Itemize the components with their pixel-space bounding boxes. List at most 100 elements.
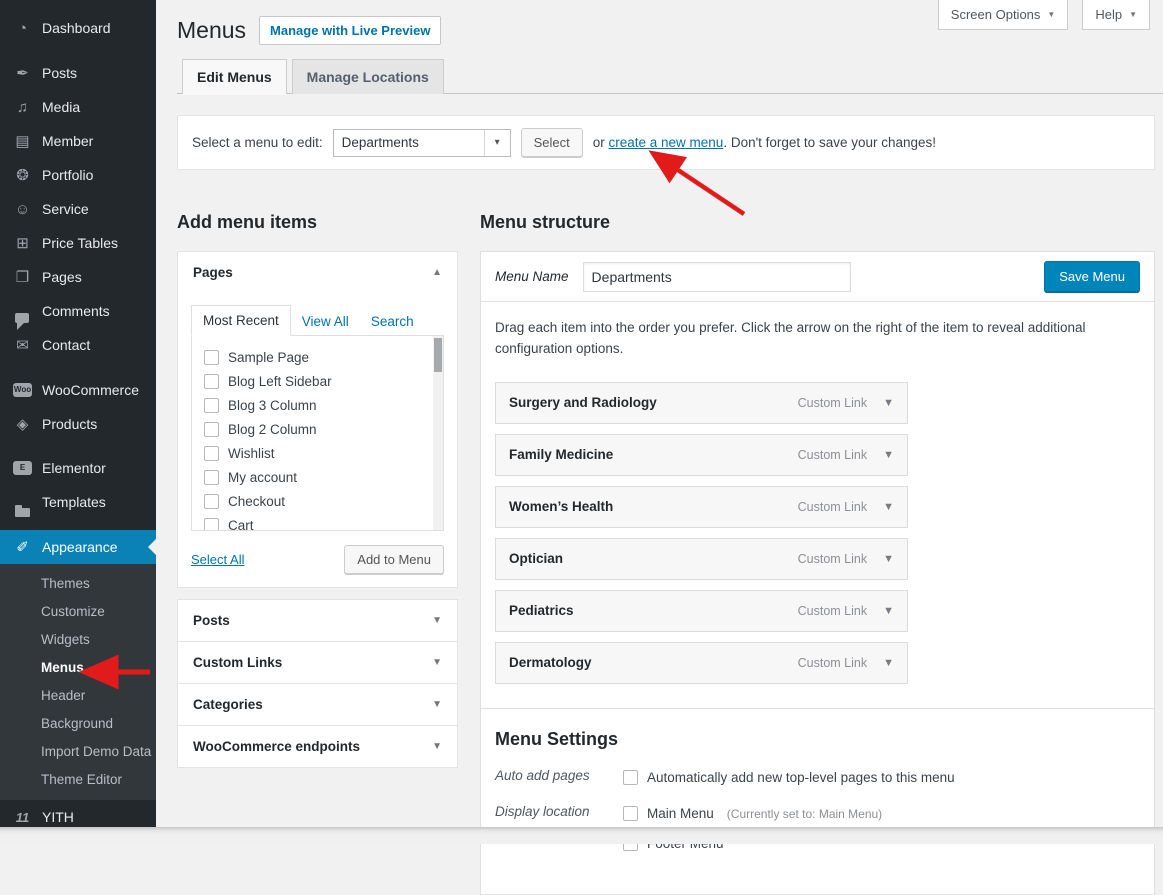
chevron-down-icon[interactable]: ▼ (883, 501, 894, 513)
posts-panel-header[interactable]: Posts ▼ (178, 600, 457, 641)
submenu-item-themes[interactable]: Themes (0, 570, 156, 598)
drag-hint-text: Drag each item into the order you prefer… (495, 318, 1095, 360)
create-new-menu-link[interactable]: create a new menu (608, 135, 723, 150)
menu-name-input[interactable] (583, 262, 851, 292)
sidebar-item-posts[interactable]: ✒ Posts (0, 56, 156, 90)
sidebar-item-woocommerce[interactable]: Woo WooCommerce (0, 373, 156, 407)
add-menu-items-column: Add menu items Pages ▲ Most Recent View … (177, 190, 458, 895)
sidebar-item-templates[interactable]: Templates (0, 485, 156, 519)
submenu-item-background[interactable]: Background (0, 710, 156, 738)
checkbox-icon[interactable] (204, 374, 219, 389)
custom-links-panel: Custom Links ▼ (177, 641, 458, 684)
tab-most-recent[interactable]: Most Recent (191, 305, 291, 336)
tab-manage-locations[interactable]: Manage Locations (292, 59, 444, 94)
dashboard-icon: ◔ (13, 21, 32, 36)
sidebar-item-elementor[interactable]: E Elementor (0, 451, 156, 485)
checkbox-icon[interactable] (204, 398, 219, 413)
checkbox-icon[interactable] (623, 770, 638, 785)
chevron-down-icon[interactable]: ▼ (883, 553, 894, 565)
sidebar-item-appearance[interactable]: ✐ Appearance (0, 530, 156, 564)
main-content: Screen Options ▼ Help ▼ Menus Manage wit… (156, 0, 1163, 895)
add-menu-items-heading: Add menu items (177, 212, 458, 233)
save-reminder-text: . Don't forget to save your changes! (723, 135, 936, 150)
checkbox-icon[interactable] (204, 494, 219, 509)
chevron-down-icon[interactable]: ▼ (883, 449, 894, 461)
page-checkbox-row[interactable]: Wishlist (204, 441, 431, 465)
tab-view-all[interactable]: View All (291, 307, 360, 336)
sidebar-item-contact[interactable]: ✉ Contact (0, 328, 156, 362)
page-checkbox-row[interactable]: Blog 2 Column (204, 417, 431, 441)
scrollbar-thumb[interactable] (434, 338, 442, 372)
chevron-down-icon[interactable]: ▼ (432, 741, 442, 752)
tab-search[interactable]: Search (360, 307, 425, 336)
save-menu-button[interactable]: Save Menu (1044, 261, 1140, 292)
auto-add-pages-option[interactable]: Automatically add new top-level pages to… (623, 766, 955, 790)
chevron-down-icon[interactable]: ▼ (432, 615, 442, 626)
chevron-down-icon[interactable]: ▼ (432, 699, 442, 710)
pages-panel-header[interactable]: Pages ▲ (178, 252, 457, 293)
menu-name-label: Menu Name (495, 269, 569, 284)
submenu-item-import-demo-data[interactable]: Import Demo Data (0, 738, 156, 766)
submenu-item-theme-editor[interactable]: Theme Editor (0, 766, 156, 794)
or-text: or (593, 135, 609, 150)
tab-edit-menus[interactable]: Edit Menus (182, 59, 287, 94)
checkbox-icon[interactable] (623, 806, 638, 821)
checkbox-icon[interactable] (204, 470, 219, 485)
woocommerce-icon: Woo (13, 383, 32, 397)
menu-name-row: Menu Name Save Menu (481, 252, 1154, 302)
submenu-item-menus[interactable]: Menus (0, 654, 156, 682)
page-checkbox-row[interactable]: My account (204, 465, 431, 489)
chevron-down-icon[interactable]: ▼ (883, 605, 894, 617)
chevron-down-icon[interactable]: ▼ (432, 657, 442, 668)
menu-item-row[interactable]: Dermatology Custom Link ▼ (495, 642, 908, 684)
sidebar-item-pages[interactable]: ❐ Pages (0, 260, 156, 294)
select-all-link[interactable]: Select All (191, 552, 244, 567)
add-to-menu-button[interactable]: Add to Menu (344, 545, 444, 574)
menu-select-dropdown[interactable]: Departments ▾ (333, 129, 511, 157)
menu-select-value: Departments (334, 135, 484, 150)
submenu-item-header[interactable]: Header (0, 682, 156, 710)
help-button[interactable]: Help ▼ (1082, 0, 1150, 30)
sidebar-item-price-tables[interactable]: ⊞ Price Tables (0, 226, 156, 260)
chevron-down-icon[interactable]: ▼ (883, 397, 894, 409)
page-checkbox-row[interactable]: Blog Left Sidebar (204, 369, 431, 393)
scrollbar[interactable] (433, 336, 443, 530)
select-button[interactable]: Select (521, 128, 583, 157)
sidebar-item-media[interactable]: ♫ Media (0, 90, 156, 124)
sidebar-item-comments[interactable]: Comments (0, 294, 156, 328)
menu-item-row[interactable]: Family Medicine Custom Link ▼ (495, 434, 908, 476)
sidebar-item-member[interactable]: ▤ Member (0, 124, 156, 158)
page-checkbox-row[interactable]: Sample Page (204, 345, 431, 369)
page-checkbox-row[interactable]: Blog 3 Column (204, 393, 431, 417)
checkbox-icon[interactable] (204, 446, 219, 461)
woocommerce-endpoints-panel: WooCommerce endpoints ▼ (177, 725, 458, 768)
checkbox-icon[interactable] (204, 422, 219, 437)
page-item-label: Blog 3 Column (228, 398, 317, 413)
menu-item-title: Surgery and Radiology (509, 395, 657, 410)
sidebar-item-yith[interactable]: 11 YITH (0, 800, 156, 827)
chevron-down-icon[interactable]: ▼ (883, 657, 894, 669)
appearance-submenu: Themes Customize Widgets Menus Header Ba… (0, 564, 156, 800)
categories-panel-header[interactable]: Categories ▼ (178, 684, 457, 725)
menu-item-row[interactable]: Women’s Health Custom Link ▼ (495, 486, 908, 528)
main-menu-option[interactable]: Main Menu (Currently set to: Main Menu) (623, 802, 882, 826)
checkbox-icon[interactable] (204, 350, 219, 365)
checkbox-icon[interactable] (204, 518, 219, 532)
manage-live-preview-button[interactable]: Manage with Live Preview (259, 16, 441, 45)
sidebar-item-products[interactable]: ◈ Products (0, 407, 156, 441)
submenu-item-widgets[interactable]: Widgets (0, 626, 156, 654)
page-checkbox-row[interactable]: Checkout (204, 489, 431, 513)
sidebar-item-portfolio[interactable]: ❂ Portfolio (0, 158, 156, 192)
menu-item-row[interactable]: Pediatrics Custom Link ▼ (495, 590, 908, 632)
sidebar-item-dashboard[interactable]: ◔ Dashboard (0, 11, 156, 45)
page-checkbox-row[interactable]: Cart (204, 513, 431, 531)
submenu-item-customize[interactable]: Customize (0, 598, 156, 626)
sidebar-item-service[interactable]: ☺ Service (0, 192, 156, 226)
woocommerce-endpoints-panel-header[interactable]: WooCommerce endpoints ▼ (178, 726, 457, 767)
screen-options-button[interactable]: Screen Options ▼ (938, 0, 1069, 30)
chevron-up-icon[interactable]: ▲ (432, 267, 442, 278)
current-menu-notch (148, 539, 156, 555)
custom-links-panel-header[interactable]: Custom Links ▼ (178, 642, 457, 683)
menu-item-row[interactable]: Surgery and Radiology Custom Link ▼ (495, 382, 908, 424)
menu-item-row[interactable]: Optician Custom Link ▼ (495, 538, 908, 580)
